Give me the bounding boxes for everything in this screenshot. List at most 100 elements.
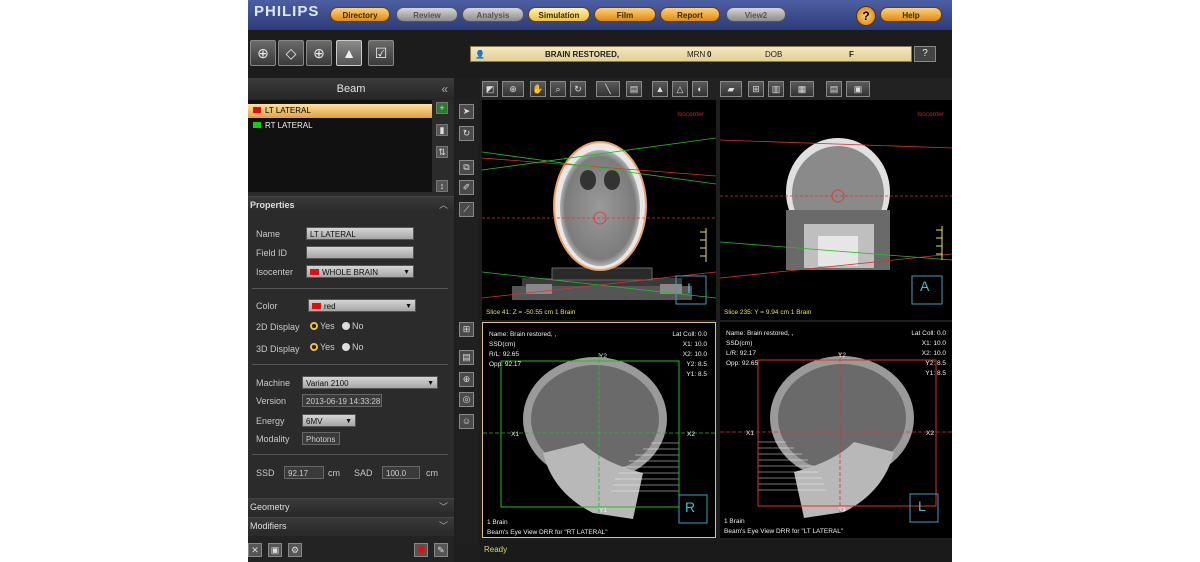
ruler-icon[interactable]: ▥ — [768, 81, 784, 97]
beam-outline-icon[interactable]: △ — [672, 81, 688, 97]
window-level-icon[interactable]: ◩ — [482, 81, 498, 97]
checklist-icon[interactable]: ☑ — [368, 40, 394, 66]
energy-select[interactable]: 6MV ▼ — [302, 414, 356, 427]
color-value: red — [324, 302, 336, 311]
beam-list-item-lt-lateral[interactable]: LT LATERAL — [248, 104, 432, 118]
geometry-section-header[interactable]: Geometry ﹀ — [248, 498, 454, 514]
bev-lt-orientation-marker: L — [918, 498, 926, 514]
bev-lt-lr-value: L/R: 92.17 — [726, 350, 756, 357]
save-icon[interactable]: ▣ — [268, 543, 282, 557]
display-2d-yes-radio[interactable]: Yes — [310, 321, 335, 331]
bev-rt-lateral-viewport[interactable]: Name: Brain restored, , SSD(cm) R/L: 92.… — [482, 322, 716, 538]
beam-list-item-rt-lateral[interactable]: RT LATERAL — [248, 119, 432, 133]
pan-hand-icon[interactable]: ✋ — [530, 81, 546, 97]
beam-display-icon[interactable]: ▲ — [652, 81, 668, 97]
chevron-up-icon: ︿ — [438, 200, 448, 210]
eraser-icon[interactable]: ◐ — [692, 81, 708, 97]
coronal-slice-info: Slice 235: Y = 9.94 cm 1 Brain — [724, 309, 812, 316]
beam-shape-icon[interactable]: ◇ — [278, 40, 304, 66]
close-icon[interactable]: ✕ — [248, 543, 262, 557]
patient-help-button[interactable]: ? — [914, 46, 936, 62]
layout-icon[interactable]: ▣ — [846, 81, 870, 97]
link-view-icon[interactable]: ⧉ — [459, 160, 474, 175]
tab-analysis[interactable]: Analysis — [462, 7, 524, 22]
modality-value: Photons — [302, 432, 340, 445]
viewer-toolbar: ◩ ⊕ ✋ ⌕ ↻ ╲ ▤ ▲ △ ◐ ▰ ⊞ ▥ ▦ ▤ ▣ — [480, 78, 952, 100]
machine-select[interactable]: Varian 2100 ▼ — [302, 376, 438, 389]
target-icon[interactable]: ◎ — [459, 392, 474, 407]
crosshair-icon[interactable]: ⊕ — [459, 372, 474, 387]
display-3d-yes-radio[interactable]: Yes — [310, 342, 335, 352]
settings-icon[interactable]: ⚙ — [288, 543, 302, 557]
beam-color-swatch — [253, 122, 261, 128]
rotate-icon[interactable]: ↻ — [570, 81, 586, 97]
tab-film[interactable]: Film — [594, 7, 656, 22]
radio-label: Yes — [320, 321, 335, 331]
reorder-beam-icon[interactable]: ↕ — [436, 180, 448, 192]
bev-lt-lateral-viewport[interactable]: Name: Brain restored, , SSD(cm) L/R: 92.… — [720, 322, 952, 538]
grid-layout-icon[interactable]: ⊞ — [748, 81, 764, 97]
bev-rt-rl-value: R/L: 92.65 — [489, 351, 519, 358]
tab-view2[interactable]: View2 — [726, 7, 786, 22]
modifiers-section-header[interactable]: Modifiers ﹀ — [248, 517, 454, 533]
bev-lt-opp-value: Opp: 92.65 — [726, 360, 759, 367]
axial-ct-image — [482, 137, 716, 305]
chevron-down-icon: ﹀ — [438, 521, 448, 531]
app-window: PHILIPS Directory Review Analysis Simula… — [248, 0, 952, 562]
color-swatch — [312, 303, 321, 309]
bev-rt-orientation-marker: R — [685, 499, 696, 515]
layers-icon[interactable]: ▤ — [459, 350, 474, 365]
overlay-grid-icon[interactable]: ▦ — [790, 81, 814, 97]
color-select[interactable]: red ▼ — [308, 299, 416, 312]
properties-section-header[interactable]: Properties ︿ — [248, 196, 454, 212]
status-bar: Ready — [480, 540, 952, 562]
tab-review[interactable]: Review — [396, 7, 458, 22]
radio-selected-icon — [310, 343, 318, 351]
help-button[interactable]: Help — [880, 7, 942, 22]
viewer-side-tools: ➤ ↻ ⧉ ✐ ⟋ ⊞ ▤ ⊕ ◎ ☺ — [456, 98, 478, 544]
person-icon[interactable]: ☺ — [459, 414, 474, 429]
camera-icon[interactable]: ▰ — [720, 81, 742, 97]
name-field[interactable]: LT LATERAL — [306, 227, 414, 240]
rotate-view-icon[interactable]: ↻ — [459, 126, 474, 141]
delete-beam-icon[interactable]: ▮ — [436, 124, 448, 136]
document-icon[interactable]: ▤ — [826, 81, 842, 97]
simulation-tool-icon[interactable]: ⊕ — [250, 40, 276, 66]
display-2d-label: 2D Display — [256, 322, 300, 332]
zoom-region-icon[interactable]: ⊞ — [459, 322, 474, 337]
sad-label: SAD — [354, 468, 373, 478]
copy-beam-icon[interactable]: ⇅ — [436, 146, 448, 158]
coronal-viewport[interactable]: Isocenter A Slice 235: Y = 9.94 cm 1 Bra… — [720, 100, 952, 320]
annotation-icon[interactable]: ▤ — [626, 81, 642, 97]
magnify-icon[interactable]: ⌕ — [550, 81, 566, 97]
tab-report[interactable]: Report — [660, 7, 720, 22]
draw-tool-icon[interactable]: ✐ — [459, 180, 474, 195]
display-2d-no-radio[interactable]: No — [342, 321, 364, 331]
pointer-tool-icon[interactable]: ➤ — [459, 104, 474, 119]
tab-directory[interactable]: Directory — [330, 7, 390, 22]
field-id-field[interactable] — [306, 246, 414, 259]
zoom-icon[interactable]: ⊕ — [502, 81, 524, 97]
axial-viewport[interactable]: Isocenter I Slice 41: Z = -50.55 cm 1 Br… — [482, 100, 716, 320]
bev-lt-x2: X2: 10.0 — [921, 350, 946, 357]
edit-icon[interactable]: ✎ — [434, 543, 448, 557]
display-3d-label: 3D Display — [256, 344, 300, 354]
help-question-icon[interactable]: ? — [856, 6, 876, 26]
patient-info-bar: 👤 BRAIN RESTORED, MRN 0 DOB F — [470, 46, 912, 62]
axial-orientation-marker: I — [687, 280, 691, 296]
sad-unit: cm — [426, 468, 438, 478]
tab-simulation[interactable]: Simulation — [528, 7, 590, 22]
record-icon[interactable] — [414, 543, 428, 557]
energy-label: Energy — [256, 416, 285, 426]
beam-panel-title: Beam — [336, 83, 366, 95]
bev-rt-x1-axis-label: X1 — [511, 431, 519, 438]
beam-icon[interactable]: ▲ — [336, 40, 362, 66]
add-beam-icon[interactable]: + — [436, 102, 448, 114]
collapse-left-icon[interactable]: « — [441, 78, 448, 100]
beam-panel: Beam « LT LATERAL RT LATERAL + ▮ ⇅ ↕ Pro… — [248, 78, 454, 562]
isocenter-icon[interactable]: ⊕ — [306, 40, 332, 66]
line-tool-icon[interactable]: ╲ — [596, 81, 620, 97]
measure-tool-icon[interactable]: ⟋ — [459, 202, 474, 217]
isocenter-select[interactable]: WHOLE BRAIN ▼ — [306, 265, 414, 278]
display-3d-no-radio[interactable]: No — [342, 342, 364, 352]
